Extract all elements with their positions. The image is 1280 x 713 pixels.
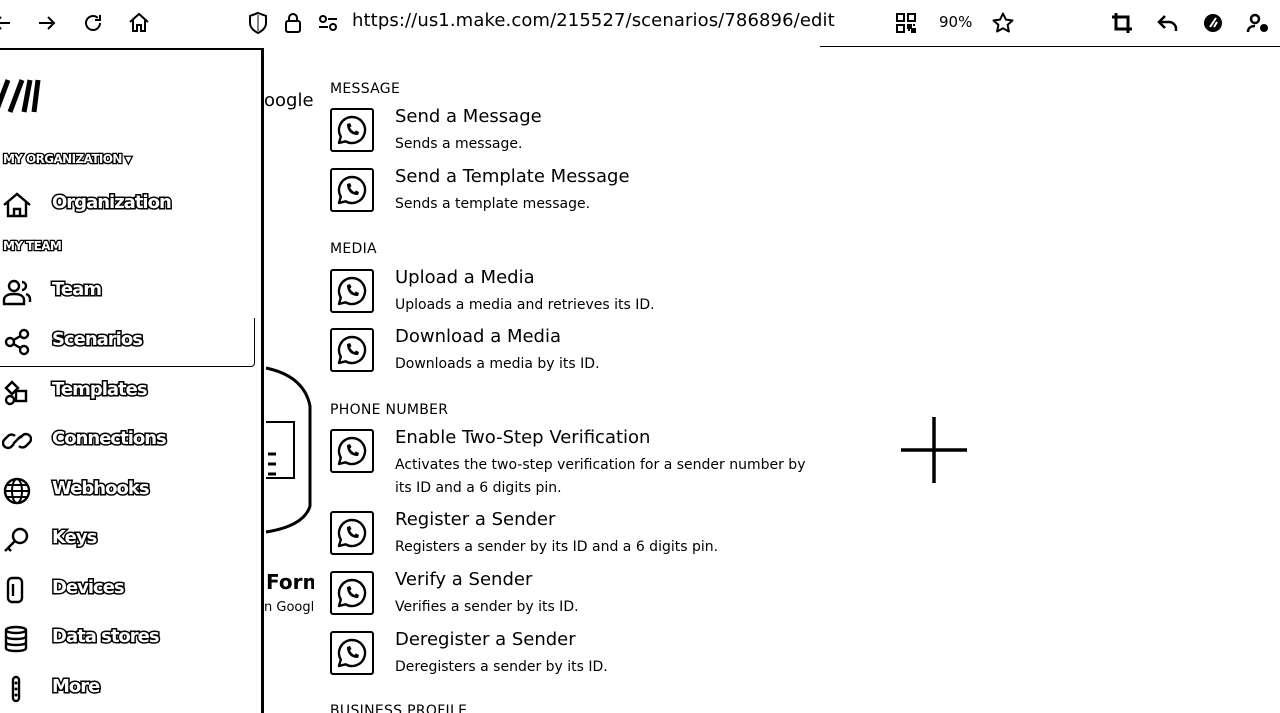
module-title: Verify a Sender [395,569,533,590]
globe-icon [2,477,32,505]
whatsapp-icon [330,429,374,473]
make-logo[interactable] [0,78,44,114]
module-description: Activates the two-step verification for … [395,457,806,496]
whatsapp-icon [330,328,374,372]
sidebar-item-keys[interactable]: Keys [0,519,258,559]
home-icon [2,191,32,219]
sidebar-item-label: Organization [51,191,174,215]
background-canvas-text: Form [266,570,314,594]
toolbar-divider [820,46,1280,47]
back-icon[interactable] [0,11,14,35]
permissions-icon[interactable] [316,11,340,35]
module-title: Download a Media [395,326,562,347]
zoom-level[interactable]: 90% [939,13,972,31]
module-description: Verifies a sender by its ID. [395,599,579,615]
sidebar-item-label: Data stores [51,625,162,649]
whatsapp-icon [330,269,374,313]
module-description: Downloads a media by its ID. [395,356,600,372]
sidebar: MY ORGANIZATION ▾ Organization MY TEAM T… [0,48,264,713]
sidebar-item-connections[interactable]: Connections [0,420,258,460]
shield-icon[interactable] [246,11,270,35]
home-icon[interactable] [127,11,151,35]
users-icon [2,278,32,306]
background-canvas-text: n Googl [264,600,314,615]
extension-icon[interactable] [1201,11,1225,35]
section-label-team: MY TEAM [2,238,63,255]
url-text[interactable]: https://us1.make.com/215527/scenarios/78… [352,10,835,31]
sidebar-item-label: Templates [51,378,150,402]
sidebar-item-organization[interactable]: Organization [0,184,258,224]
undo-icon[interactable] [1156,11,1180,35]
module-picker-list: MESSAGE Send a Message Sends a message. … [316,72,816,713]
background-module-node [265,366,312,534]
sidebar-item-team[interactable]: Team [0,271,258,311]
module-title: Enable Two-Step Verification [395,427,651,448]
background-canvas-text: oogle [264,90,314,111]
group-label-phone-number: PHONE NUMBER [330,402,449,418]
reload-icon[interactable] [81,11,105,35]
key-icon [2,526,32,554]
module-description: Uploads a media and retrieves its ID. [395,297,655,313]
device-icon [2,576,32,604]
module-title: Send a Template Message [395,166,630,187]
database-icon [2,625,32,653]
group-label-message: MESSAGE [330,81,401,97]
lock-icon[interactable] [281,11,305,35]
sidebar-item-label: More [50,675,101,699]
crosshair-cursor-icon [901,417,967,483]
module-description: Registers a sender by its ID and a 6 dig… [395,539,719,555]
sidebar-item-more[interactable]: More [0,668,258,708]
crop-screenshot-icon[interactable] [1110,11,1134,35]
sidebar-item-data-stores[interactable]: Data stores [0,618,258,658]
module-description: Deregisters a sender by its ID. [395,659,608,675]
module-title: Send a Message [395,106,542,127]
whatsapp-icon [330,571,374,615]
module-description: Sends a template message. [395,196,591,212]
whatsapp-icon [330,108,374,152]
sidebar-item-label: Connections [51,427,169,451]
sidebar-item-webhooks[interactable]: Webhooks [0,470,258,510]
sidebar-item-label: Keys [50,526,98,550]
group-label-business-profile: BUSINESS PROFILE [330,703,468,713]
account-icon[interactable] [1246,11,1270,35]
sidebar-item-label: Scenarios [51,328,145,352]
sidebar-item-scenarios[interactable]: Scenarios [0,321,258,361]
section-label-organization[interactable]: MY ORGANIZATION ▾ [2,151,133,168]
whatsapp-icon [330,511,374,555]
chevron-down-icon: ▾ [121,151,133,168]
sidebar-item-label: Team [51,278,104,302]
templates-icon [2,378,32,406]
module-title: Deregister a Sender [395,629,576,650]
qr-code-icon[interactable] [894,11,918,35]
sidebar-item-label: Webhooks [51,477,152,501]
group-label-media: MEDIA [330,241,377,257]
more-dots-icon [2,675,32,703]
module-description: Sends a message. [395,136,523,152]
bookmark-star-icon[interactable] [991,11,1015,35]
forward-icon[interactable] [35,11,59,35]
module-title: Upload a Media [395,267,535,288]
whatsapp-icon [330,631,374,675]
sidebar-item-templates[interactable]: Templates [0,371,258,411]
share-nodes-icon [2,328,32,356]
link-icon [2,427,32,455]
whatsapp-icon [330,168,374,212]
sidebar-item-label: Devices [51,576,127,600]
module-title: Register a Sender [395,509,556,530]
sidebar-item-devices[interactable]: Devices [0,569,258,609]
browser-toolbar: https://us1.make.com/215527/scenarios/78… [0,0,1280,46]
